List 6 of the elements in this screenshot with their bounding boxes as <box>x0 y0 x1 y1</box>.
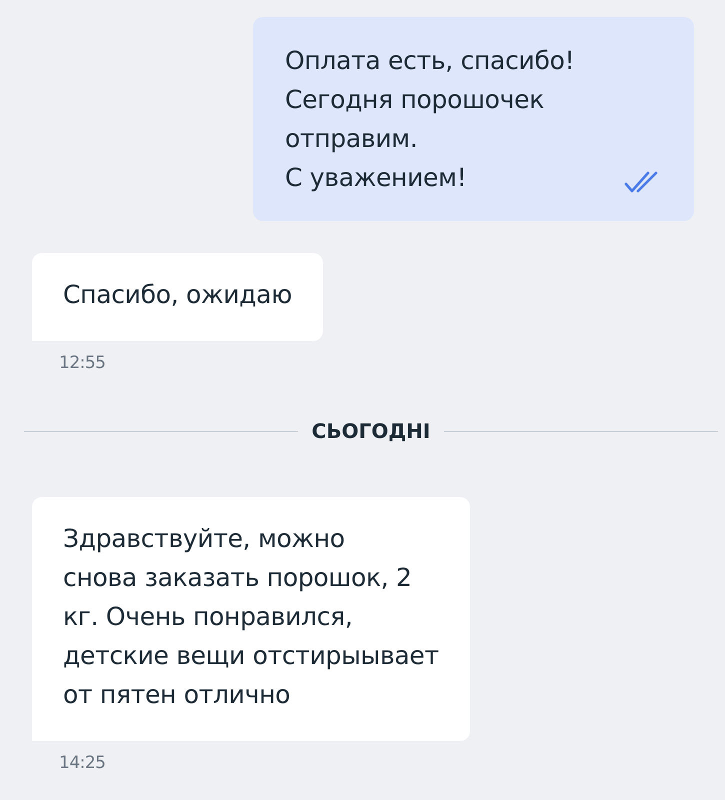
message-text: Здравствуйте, можно снова заказать порошок, 2 кг. Очень понравился, детские вещи отстирыывает от пятен отлично <box>63 523 439 711</box>
message-time: 12:55 <box>59 353 106 373</box>
message-text: Спасибо, ожидаю <box>63 279 292 311</box>
message-time: 14:25 <box>59 753 106 773</box>
message-text: Оплата есть, спасибо! Сегодня порошочек отправим. С уважением! <box>285 45 574 194</box>
date-label: СЬОГОДНІ <box>312 419 430 443</box>
